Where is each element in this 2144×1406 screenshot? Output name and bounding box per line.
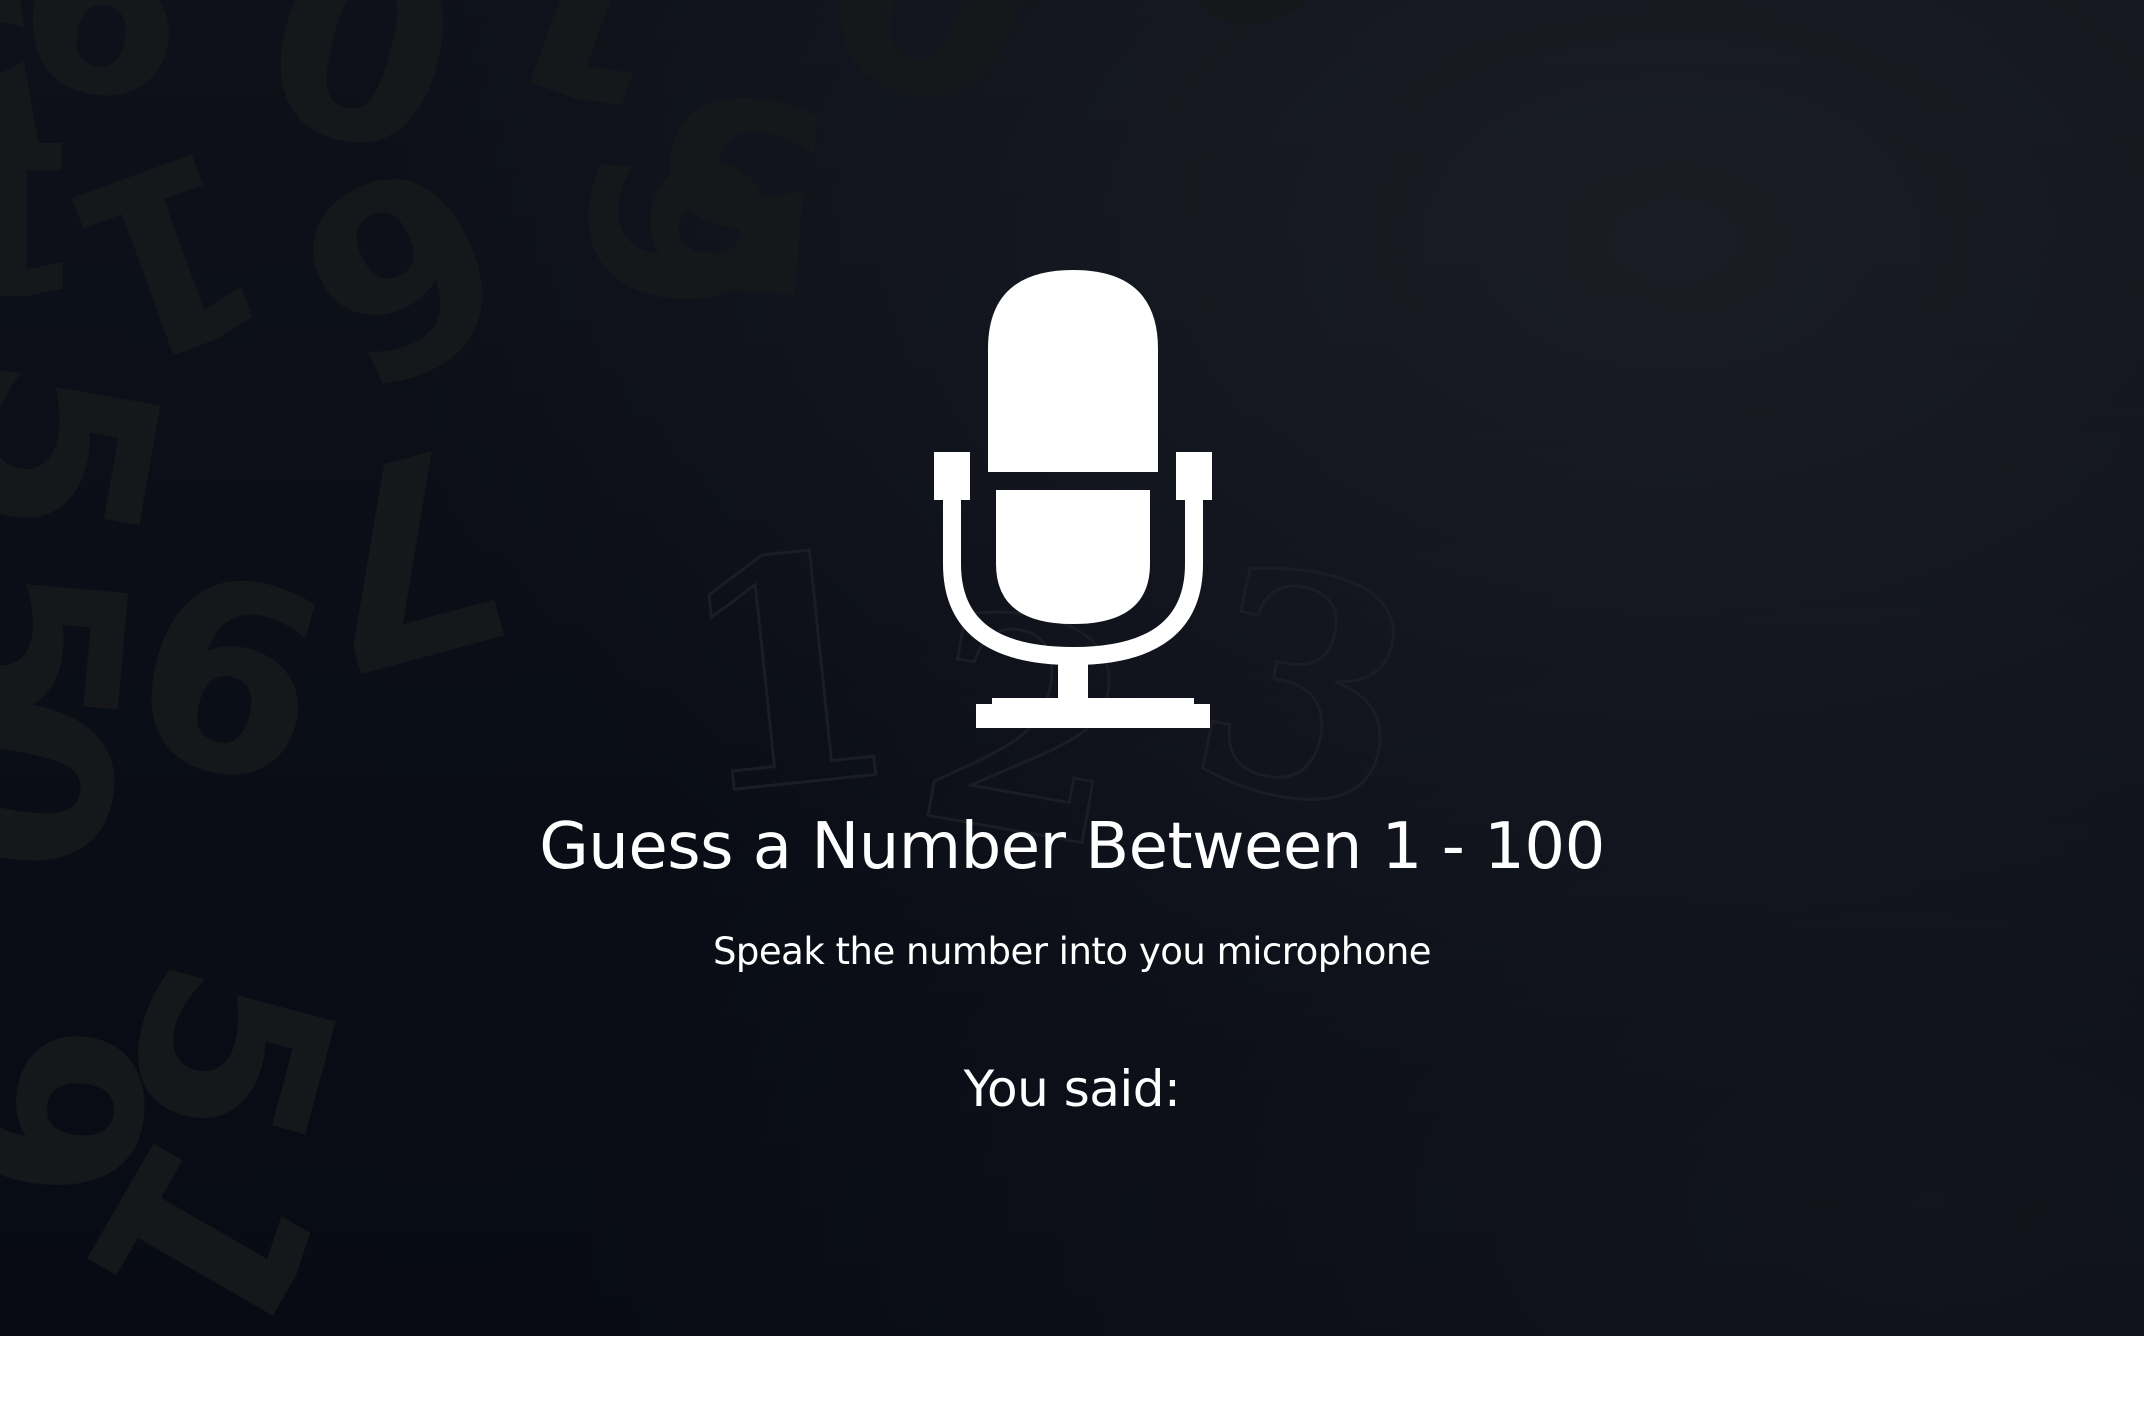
bg-digit: 9 bbox=[1125, 0, 1356, 84]
bg-outline-digit: 1 bbox=[660, 481, 916, 869]
page-footer-strip bbox=[0, 1336, 2144, 1406]
instruction-text: Speak the number into you microphone bbox=[712, 930, 1432, 973]
bg-digit: 9 bbox=[526, 134, 821, 326]
speech-result: You said: bbox=[0, 1060, 2144, 1118]
speech-result-label: You said: bbox=[963, 1060, 1181, 1118]
microphone-icon[interactable] bbox=[928, 264, 1218, 744]
app-background: 9 0 1 5 0 9 6 9 1 5 5 7 9 0 9 5 1 5 1 1 … bbox=[0, 0, 2144, 1336]
bg-digit: 6 bbox=[254, 94, 547, 446]
bg-digit: 1 bbox=[0, 93, 86, 338]
page-title: Guess a Number Between 1 - 100 bbox=[539, 810, 1605, 884]
